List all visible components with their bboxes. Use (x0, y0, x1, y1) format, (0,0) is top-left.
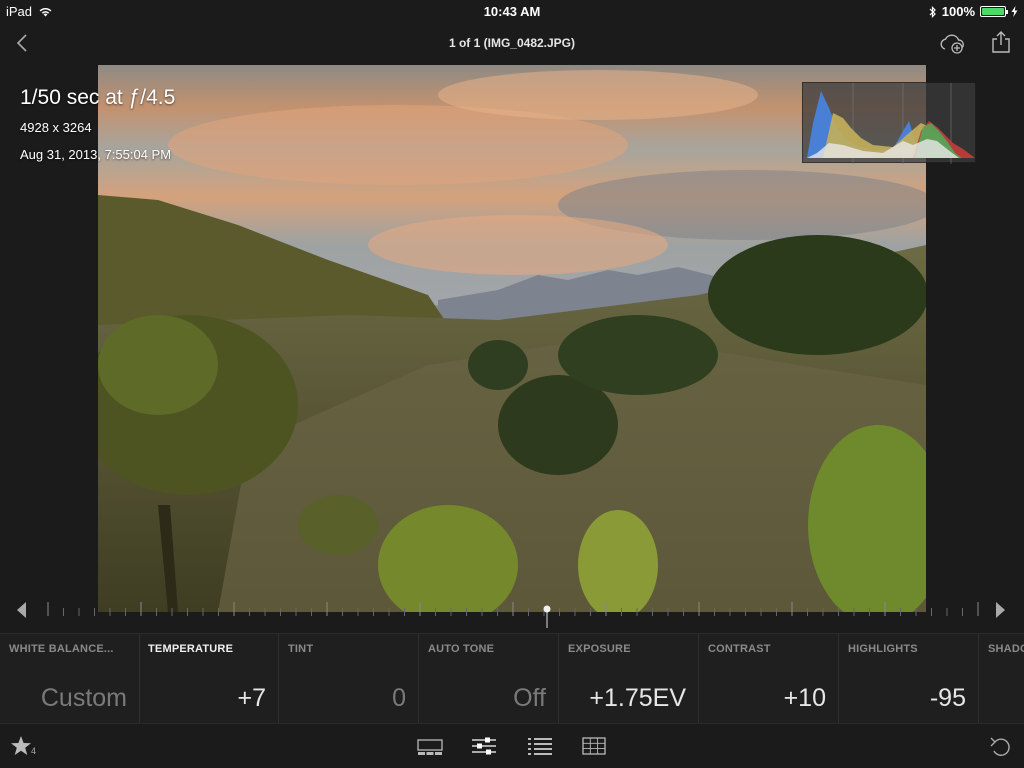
adjustment-slider[interactable] (0, 596, 1024, 632)
charging-icon (1011, 6, 1018, 17)
adj-label: EXPOSURE (568, 643, 631, 655)
share-icon[interactable] (990, 30, 1012, 54)
battery-icon (980, 6, 1008, 17)
rating-count: 4 (31, 746, 37, 756)
adj-contrast[interactable]: CONTRAST +10 (699, 634, 839, 723)
shutter-aperture: 1/50 sec at ƒ/4.5 (20, 86, 176, 109)
cloud-add-icon[interactable] (938, 31, 966, 55)
adj-label: HIGHLIGHTS (848, 643, 918, 655)
slider-ruler[interactable] (0, 596, 1024, 632)
battery-percent: 100% (941, 4, 975, 19)
battery-level (982, 8, 1004, 15)
adj-label: WHITE BALANCE... (9, 643, 114, 655)
crop-grid-icon[interactable] (581, 734, 607, 758)
slider-thumb[interactable] (543, 605, 551, 613)
photo-title: 1 of 1 (IMG_0482.JPG) (448, 36, 576, 50)
adj-shadows[interactable]: SHADO (979, 634, 1024, 723)
bottom-toolbar: 4 (0, 723, 1024, 768)
undo-icon[interactable] (988, 734, 1012, 758)
adj-white-balance[interactable]: WHITE BALANCE... Custom (0, 634, 140, 723)
adj-auto-tone[interactable]: AUTO TONE Off (419, 634, 559, 723)
list-icon[interactable] (527, 734, 553, 758)
status-time: 10:43 AM (483, 4, 541, 19)
sliders-icon[interactable] (471, 734, 497, 758)
adj-highlights[interactable]: HIGHLIGHTS -95 (839, 634, 979, 723)
adj-temperature[interactable]: TEMPERATURE +7 (139, 634, 279, 723)
status-bar: iPad 10:43 AM 100% (0, 0, 1024, 22)
adjustment-strip: WHITE BALANCE... Custom TEMPERATURE +7 T… (0, 633, 1024, 723)
histogram-graph (807, 83, 975, 164)
adj-exposure[interactable]: EXPOSURE +1.75EV (559, 634, 699, 723)
adj-label: AUTO TONE (428, 643, 495, 655)
status-right: 100% (929, 4, 1018, 19)
top-nav: 1 of 1 (IMG_0482.JPG) (0, 22, 1024, 64)
adj-label: TINT (288, 643, 314, 655)
histogram (802, 82, 976, 164)
adj-value: +7 (237, 684, 266, 712)
image-dimensions: 4928 x 3264 (20, 120, 92, 135)
filmstrip-icon[interactable] (417, 734, 443, 758)
adj-label: TEMPERATURE (148, 643, 234, 655)
adj-value: -95 (929, 684, 966, 712)
star-icon[interactable] (10, 734, 32, 758)
capture-date: Aug 31, 2013, 7:55:04 PM (20, 147, 172, 162)
adj-value: +10 (783, 684, 826, 712)
bluetooth-icon (929, 5, 936, 18)
adj-label: SHADO (988, 643, 1024, 655)
adj-value: +1.75EV (589, 684, 686, 712)
adj-value: Custom (40, 684, 127, 712)
photo-info: 1/50 sec at ƒ/4.5 4928 x 3264 Aug 31, 20… (20, 86, 175, 162)
adj-label: CONTRAST (708, 643, 771, 655)
adj-tint[interactable]: TINT 0 (279, 634, 419, 723)
arrow-right-icon[interactable] (992, 600, 1008, 620)
adj-value: 0 (392, 684, 406, 712)
adj-value: Off (513, 684, 546, 712)
